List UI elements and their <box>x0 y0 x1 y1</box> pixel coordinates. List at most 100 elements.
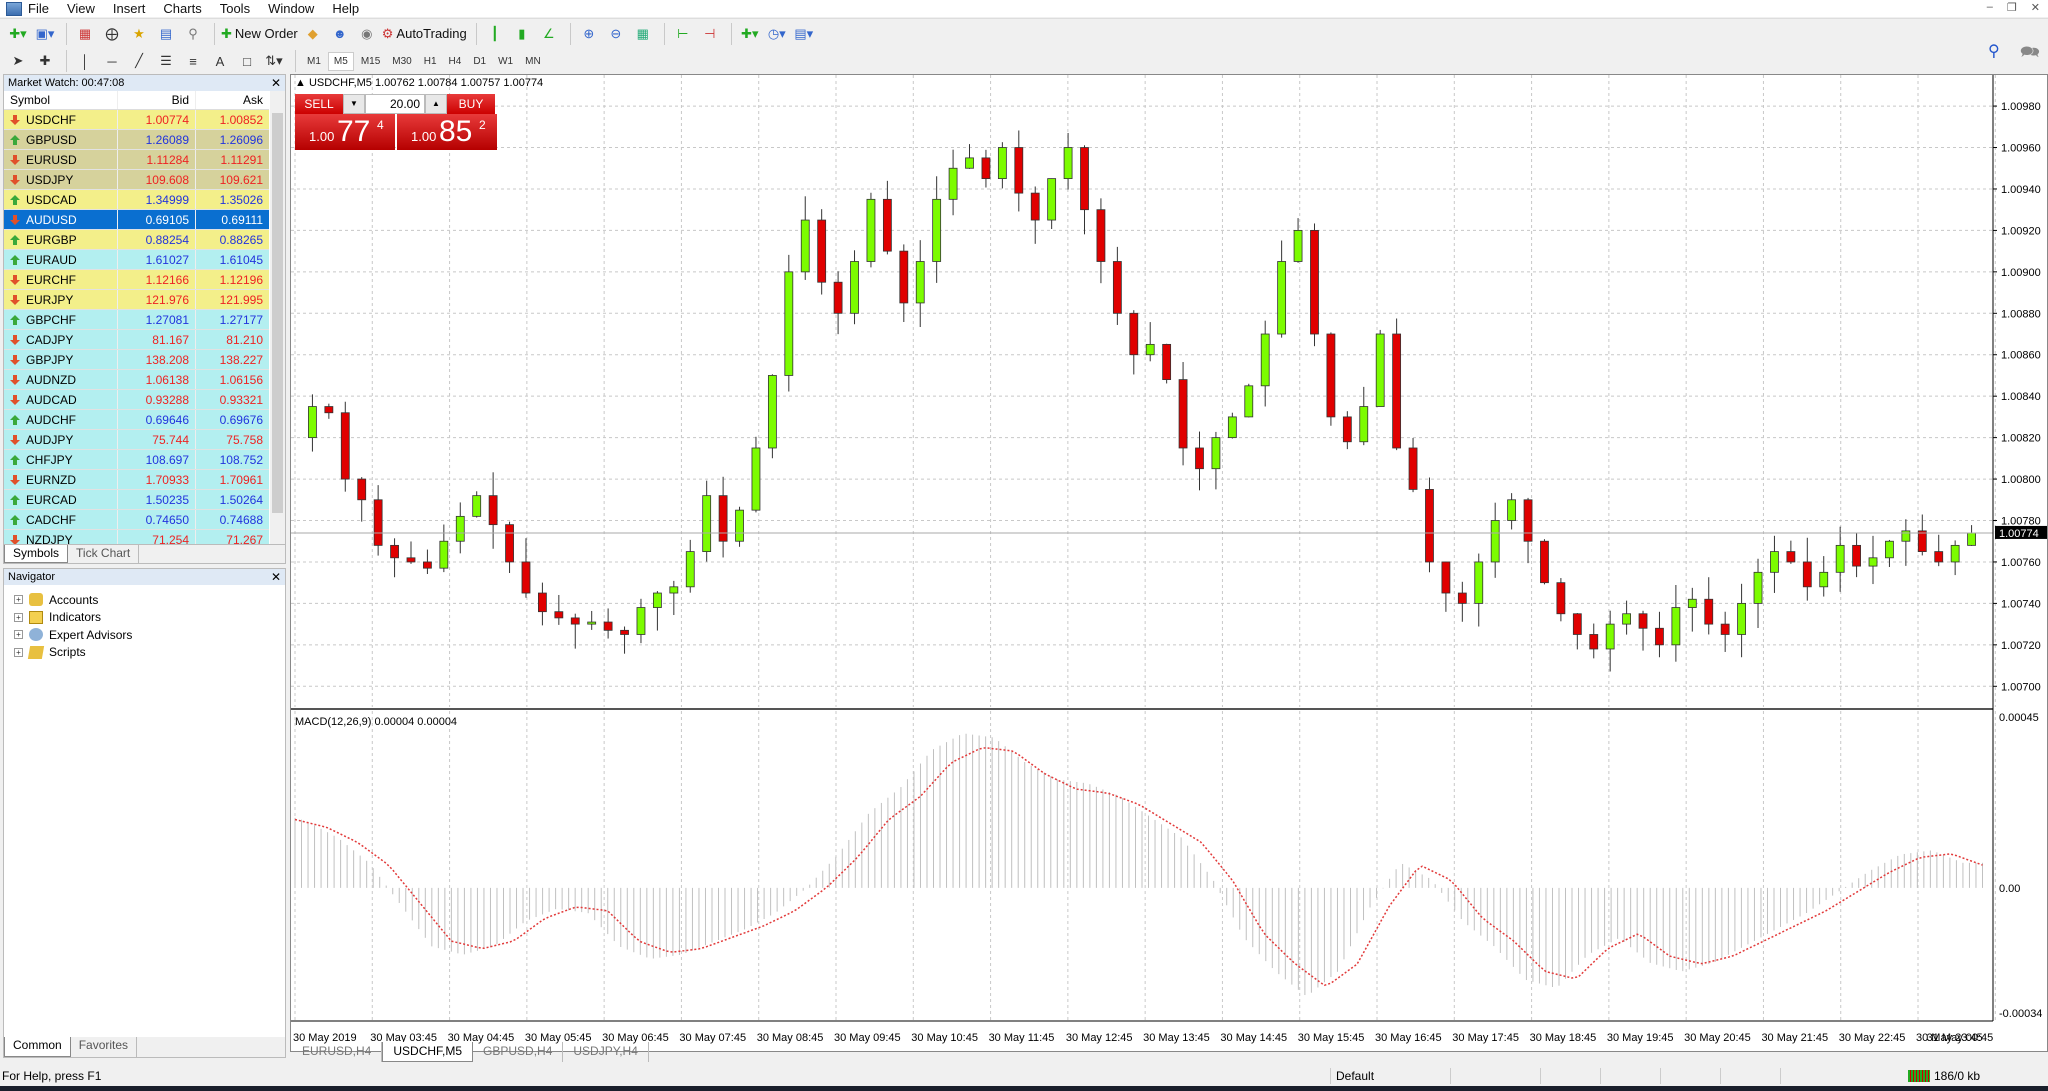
sell-button[interactable]: SELL <box>295 94 343 114</box>
menu-file[interactable]: File <box>28 1 58 16</box>
menu-help[interactable]: Help <box>332 1 368 16</box>
market-watch-row[interactable]: CADJPY 81.167 81.210 <box>4 330 269 350</box>
new-chart-icon[interactable]: ✚▾ <box>6 22 30 46</box>
line-chart-icon[interactable]: ∠ <box>537 22 561 46</box>
menu-tools[interactable]: Tools <box>220 1 259 16</box>
minimize-icon[interactable]: – <box>1987 1 1993 14</box>
zoom-in-icon[interactable]: ⊕ <box>577 22 601 46</box>
chart-tab-usdjpy[interactable]: USDJPY,H4 <box>563 1042 649 1062</box>
auto-scroll-icon[interactable]: ⊢ <box>671 22 695 46</box>
tab-tick-chart[interactable]: Tick Chart <box>68 545 140 563</box>
timeframe-m15[interactable]: M15 <box>356 53 385 70</box>
nav-item-accounts[interactable]: + Accounts <box>4 591 285 609</box>
timeframe-h4[interactable]: H4 <box>444 53 467 70</box>
zoom-out-icon[interactable]: ⊖ <box>604 22 628 46</box>
close-icon[interactable]: ✕ <box>2031 1 2040 14</box>
market-watch-row[interactable]: AUDCAD 0.93288 0.93321 <box>4 390 269 410</box>
lot-decrease-button[interactable]: ▼ <box>343 94 365 114</box>
timeframe-w1[interactable]: W1 <box>493 53 518 70</box>
data-window-icon[interactable]: ⨁ <box>100 22 124 46</box>
connection-status[interactable]: 186/0 kb <box>1908 1066 1980 1086</box>
timeframe-h1[interactable]: H1 <box>419 53 442 70</box>
tab-symbols[interactable]: Symbols <box>4 545 69 563</box>
lot-size-input[interactable]: 20.00 <box>365 94 425 114</box>
market-watch-row[interactable]: EURCHF 1.12166 1.12196 <box>4 270 269 290</box>
col-ask[interactable]: Ask <box>195 91 269 109</box>
market-watch-row[interactable]: EURCAD 1.50235 1.50264 <box>4 490 269 510</box>
buy-button[interactable]: BUY <box>447 94 495 114</box>
equidistant-channel-icon[interactable]: ☰ <box>154 49 178 73</box>
menu-insert[interactable]: Insert <box>113 1 155 16</box>
market-watch-row[interactable]: EURNZD 1.70933 1.70961 <box>4 470 269 490</box>
menu-view[interactable]: View <box>67 1 104 16</box>
chart-canvas[interactable]: 30 May 2019 30 May 03:45 30 May 04:45 30 Ma… <box>291 75 2048 1053</box>
text-label-icon[interactable]: □ <box>235 49 259 73</box>
chart-tab-usdchf[interactable]: USDCHF,M5 <box>382 1042 474 1062</box>
strategy-tester-icon[interactable]: ⚲ <box>181 22 205 46</box>
autotrading-button[interactable]: ⚙ AutoTrading <box>382 22 467 46</box>
market-watch-icon[interactable]: ▦ <box>73 22 97 46</box>
chart-shift-icon[interactable]: ⊣ <box>698 22 722 46</box>
market-icon[interactable]: ◉ <box>355 22 379 46</box>
market-watch-row[interactable]: USDJPY 109.608 109.621 <box>4 170 269 190</box>
sell-price[interactable]: 1.00 77 4 <box>295 114 395 150</box>
indicators-icon[interactable]: ✚▾ <box>738 22 762 46</box>
col-bid[interactable]: Bid <box>117 91 195 109</box>
candlestick-icon[interactable]: ▮ <box>510 22 534 46</box>
timeframe-m5[interactable]: M5 <box>327 51 354 71</box>
market-watch-row[interactable]: GBPCHF 1.27081 1.27177 <box>4 310 269 330</box>
vertical-line-icon[interactable]: │ <box>73 49 97 73</box>
timeframe-m30[interactable]: M30 <box>387 53 416 70</box>
metaeditor-icon[interactable]: ◆ <box>301 22 325 46</box>
nav-item-scripts[interactable]: + Scripts <box>4 644 285 662</box>
chart-tab-gbpusd[interactable]: GBPUSD,H4 <box>473 1042 564 1062</box>
tile-windows-icon[interactable]: ▦ <box>631 22 655 46</box>
market-watch-row[interactable]: EURAUD 1.61027 1.61045 <box>4 250 269 270</box>
market-watch-row[interactable]: USDCHF 1.00774 1.00852 <box>4 110 269 130</box>
market-watch-row[interactable]: GBPUSD 1.26089 1.26096 <box>4 130 269 150</box>
bar-chart-icon[interactable]: ┃ <box>483 22 507 46</box>
expand-icon[interactable]: + <box>14 595 23 605</box>
arrows-icon[interactable]: ⇅▾ <box>262 49 286 73</box>
templates-icon[interactable]: ▤▾ <box>792 22 816 46</box>
expand-icon[interactable]: + <box>14 612 23 622</box>
profiles-icon[interactable]: ▣▾ <box>33 22 57 46</box>
market-watch-row[interactable]: GBPJPY 138.208 138.227 <box>4 350 269 370</box>
market-watch-row[interactable]: CADCHF 0.74650 0.74688 <box>4 510 269 530</box>
market-watch-row[interactable]: EURJPY 121.976 121.995 <box>4 290 269 310</box>
market-watch-row[interactable]: AUDUSD 0.69105 0.69111 <box>4 210 269 230</box>
tab-common[interactable]: Common <box>4 1037 71 1057</box>
market-watch-row[interactable]: EURGBP 0.88254 0.88265 <box>4 230 269 250</box>
market-watch-row[interactable]: AUDCHF 0.69646 0.69676 <box>4 410 269 430</box>
navigator-icon[interactable]: ★ <box>127 22 151 46</box>
cursor-icon[interactable]: ➤ <box>6 49 30 73</box>
scrollbar-thumb[interactable] <box>272 113 283 513</box>
horizontal-line-icon[interactable]: ─ <box>100 49 124 73</box>
expand-icon[interactable]: + <box>14 647 23 657</box>
tab-favorites[interactable]: Favorites <box>71 1037 138 1057</box>
market-watch-row[interactable]: AUDNZD 1.06138 1.06156 <box>4 370 269 390</box>
nav-item-expert-advisors[interactable]: + Expert Advisors <box>4 626 285 644</box>
menu-window[interactable]: Window <box>268 1 323 16</box>
restore-icon[interactable]: ❐ <box>2007 1 2017 14</box>
market-watch-row[interactable]: EURUSD 1.11284 1.11291 <box>4 150 269 170</box>
timeframe-m1[interactable]: M1 <box>302 53 326 70</box>
trendline-icon[interactable]: ╱ <box>127 49 151 73</box>
market-watch-row[interactable]: CHFJPY 108.697 108.752 <box>4 450 269 470</box>
signals-icon[interactable]: ☻ <box>328 22 352 46</box>
lot-increase-button[interactable]: ▲ <box>425 94 447 114</box>
scrollbar[interactable] <box>270 91 285 546</box>
timeframe-mn[interactable]: MN <box>520 53 546 70</box>
expand-icon[interactable]: + <box>14 630 23 640</box>
text-icon[interactable]: A <box>208 49 232 73</box>
market-watch-row[interactable]: USDCAD 1.34999 1.35026 <box>4 190 269 210</box>
periods-icon[interactable]: ◷▾ <box>765 22 789 46</box>
buy-price[interactable]: 1.00 85 2 <box>397 114 497 150</box>
timeframe-d1[interactable]: D1 <box>468 53 491 70</box>
new-order-button[interactable]: ✚ New Order <box>221 22 298 46</box>
chart-tab-eurusd[interactable]: EURUSD,H4 <box>292 1042 383 1062</box>
col-symbol[interactable]: Symbol <box>4 91 117 109</box>
close-icon[interactable]: ✕ <box>271 75 281 91</box>
menu-charts[interactable]: Charts <box>163 1 210 16</box>
fibonacci-icon[interactable]: ≡ <box>181 49 205 73</box>
